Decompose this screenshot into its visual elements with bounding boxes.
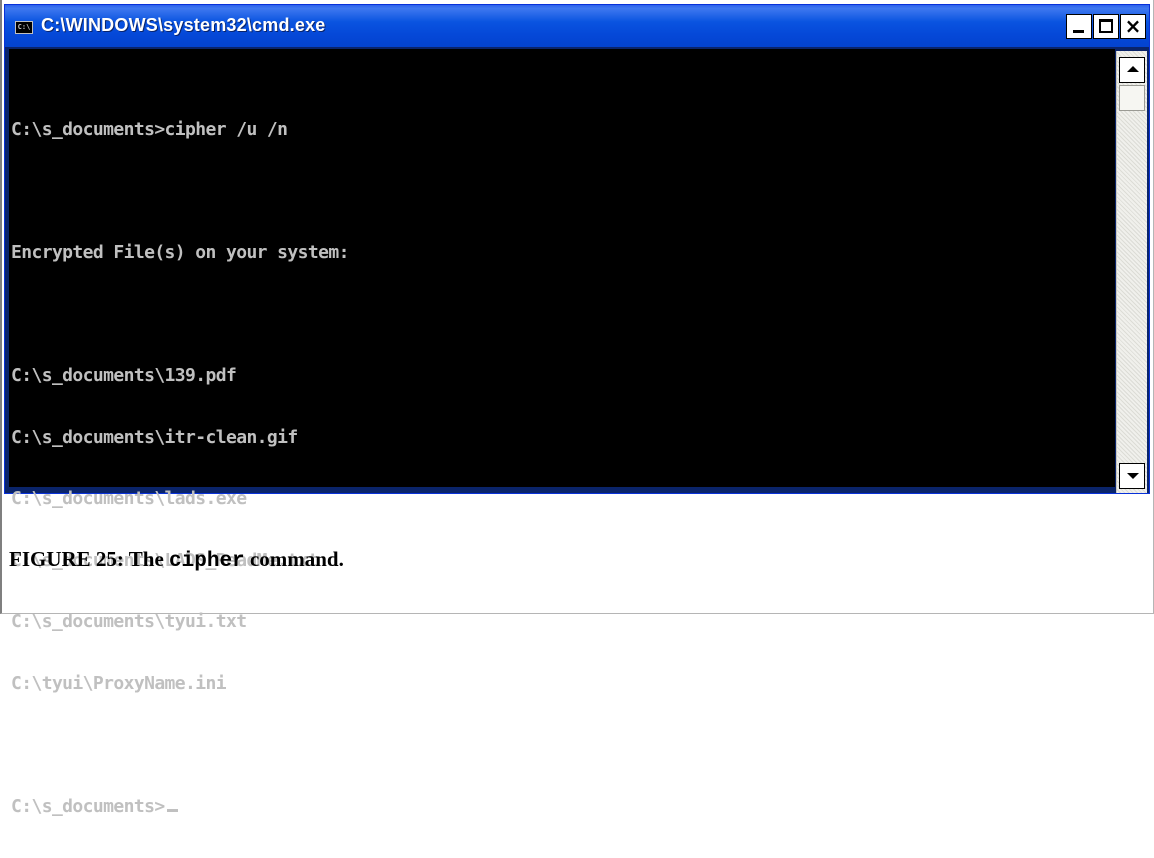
scroll-down-button[interactable] — [1119, 463, 1145, 489]
text-cursor — [166, 808, 178, 812]
console-line: C:\s_documents>cipher /u /n — [11, 119, 288, 140]
command-prompt: C:\s_documents> — [11, 795, 165, 817]
console-text: C:\s_documents>cipher /u /n Encrypted Fi… — [9, 49, 1115, 858]
console-line: C:\s_documents\tyui.txt — [11, 611, 247, 632]
caption-command: cipher — [169, 550, 245, 573]
close-button[interactable]: × — [1120, 14, 1146, 39]
arrow-down-icon — [1127, 473, 1139, 479]
minimize-button[interactable] — [1066, 14, 1092, 39]
caption-suffix: command. — [244, 547, 344, 571]
console-line: Encrypted File(s) on your system: — [11, 242, 349, 263]
cmd-console-icon[interactable]: C:\ — [15, 21, 33, 34]
vertical-scrollbar[interactable] — [1116, 51, 1147, 493]
console-output[interactable]: C:\s_documents>cipher /u /n Encrypted Fi… — [9, 49, 1115, 816]
scroll-up-button[interactable] — [1119, 57, 1145, 83]
minimize-icon — [1073, 30, 1084, 33]
window-title: C:\WINDOWS\system32\cmd.exe — [41, 15, 326, 35]
console-line: C:\tyui\ProxyName.ini — [11, 672, 227, 694]
title-bar[interactable]: C:\ C:\WINDOWS\system32\cmd.exe × — [5, 5, 1149, 47]
caption-prefix: FIGURE 25: The — [9, 547, 170, 571]
figure-caption: FIGURE 25: The cipher command. — [9, 547, 344, 573]
scrollbar-thumb[interactable] — [1119, 85, 1145, 111]
console-line: C:\s_documents\139.pdf — [11, 365, 237, 386]
console-line: C:\s_documents\itr-clean.gif — [11, 426, 298, 448]
cmd-window[interactable]: C:\ C:\WINDOWS\system32\cmd.exe × C:\s_d… — [4, 4, 1150, 816]
prompt-line: C:\s_documents> — [11, 795, 1115, 818]
close-icon: × — [1124, 14, 1142, 38]
maximize-icon — [1099, 19, 1113, 33]
arrow-up-icon — [1127, 66, 1139, 72]
maximize-button[interactable] — [1093, 14, 1119, 39]
console-line: C:\s_documents\lads.exe — [11, 488, 247, 509]
